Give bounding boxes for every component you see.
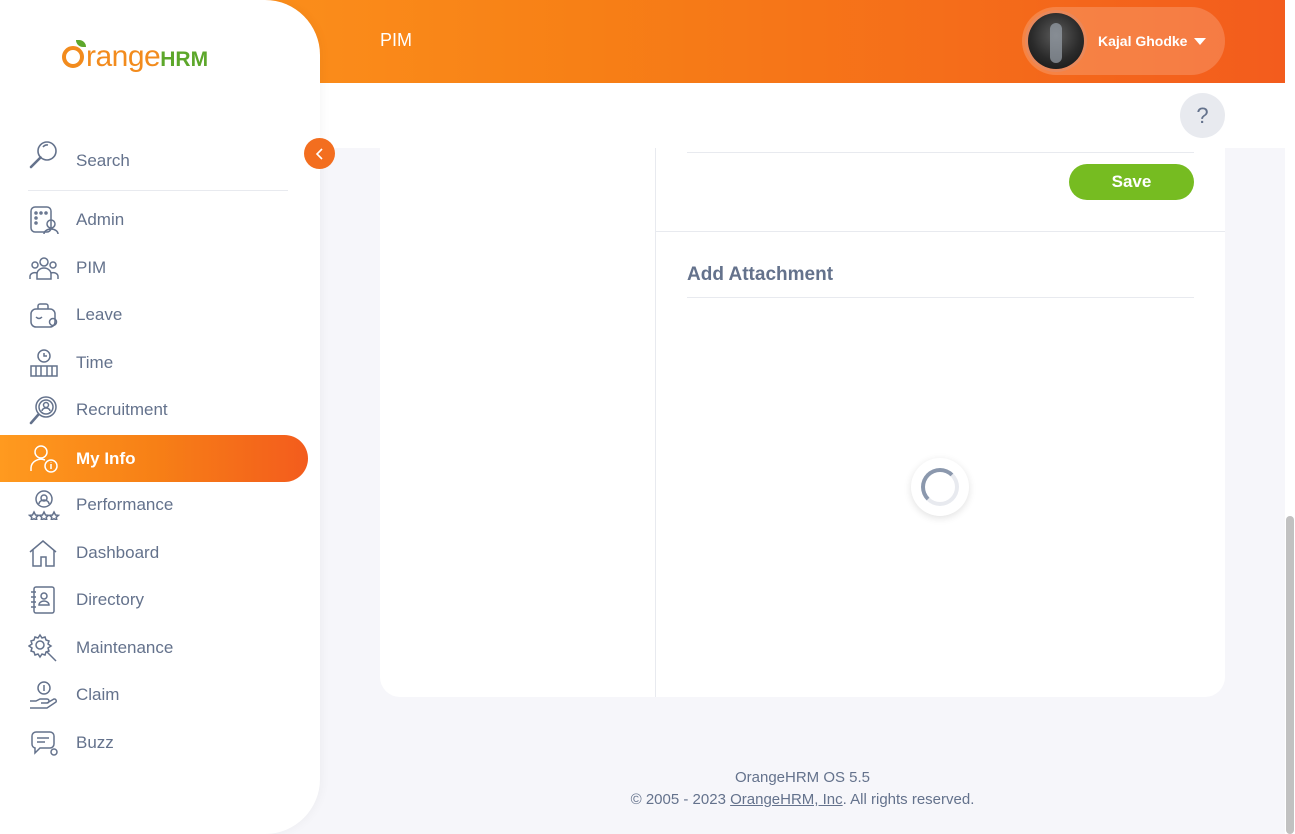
logo-hrm-text: HRM: [160, 48, 209, 71]
company-link[interactable]: OrangeHRM, Inc: [730, 791, 843, 808]
footer-copyright-suffix: . All rights reserved.: [842, 791, 975, 808]
recruitment-icon: [29, 396, 57, 425]
divider: [656, 231, 1225, 232]
sidebar-search[interactable]: Search: [28, 137, 288, 191]
sidebar-item-label: PIM: [76, 258, 107, 277]
sidebar-item-label: Time: [76, 353, 114, 372]
sidebar-item-label: Recruitment: [76, 400, 168, 419]
sidebar-item-label: Leave: [76, 305, 123, 324]
sidebar-item-label: Dashboard: [76, 543, 160, 562]
chevron-left-icon: [315, 147, 323, 160]
sidebar-item-buzz[interactable]: Buzz: [0, 719, 308, 766]
sidebar-item-leave[interactable]: Leave: [0, 291, 308, 338]
chevron-down-icon: [1194, 37, 1207, 45]
help-button[interactable]: ?: [1180, 93, 1225, 138]
sidebar-item-directory[interactable]: Directory: [0, 576, 308, 623]
divider: [687, 152, 1194, 153]
sidebar-collapse-button[interactable]: [304, 138, 335, 169]
footer-copyright-prefix: © 2005 - 2023: [630, 791, 731, 808]
orangehrm-logo[interactable]: range HRM: [62, 40, 208, 74]
add-attachment-title: Add Attachment: [687, 264, 834, 285]
directory-icon: [31, 586, 55, 614]
sidebar-item-my-info[interactable]: My Info: [0, 435, 308, 482]
logo-orange-icon: [62, 40, 86, 68]
logo-text: range: [86, 40, 161, 73]
admin-icon: [30, 206, 59, 235]
sidebar-item-performance[interactable]: Performance: [0, 481, 308, 528]
scrollbar-thumb[interactable]: [1286, 516, 1294, 834]
buzz-icon: [31, 731, 58, 756]
sidebar-item-label: Performance: [76, 495, 174, 514]
time-icon: [30, 349, 58, 377]
sidebar: range HRM Search Admin PIM Leave Time Re…: [0, 0, 320, 834]
performance-icon: [28, 490, 60, 520]
page-title: PIM: [380, 30, 413, 50]
save-button[interactable]: Save: [1069, 164, 1194, 200]
search-input[interactable]: Search: [76, 151, 130, 171]
user-name: Kajal Ghodke: [1098, 33, 1188, 49]
claim-icon: [30, 681, 58, 709]
dashboard-icon: [29, 540, 57, 567]
sidebar-item-label: My Info: [76, 449, 136, 468]
sidebar-item-claim[interactable]: Claim: [0, 671, 308, 718]
sidebar-item-pim[interactable]: PIM: [0, 244, 308, 291]
divider: [687, 297, 1194, 298]
sidebar-item-time[interactable]: Time: [0, 339, 308, 386]
sidebar-item-label: Maintenance: [76, 638, 174, 657]
maintenance-icon: [28, 633, 57, 662]
sidebar-item-label: Admin: [76, 210, 125, 229]
spinner-icon: [921, 468, 959, 506]
sidebar-item-dashboard[interactable]: Dashboard: [0, 529, 308, 576]
search-icon: [29, 141, 57, 169]
sidebar-item-label: Claim: [76, 685, 120, 704]
avatar: [1025, 10, 1087, 72]
pim-icon: [29, 257, 59, 280]
sidebar-item-admin[interactable]: Admin: [0, 196, 308, 243]
sidebar-item-label: Directory: [76, 590, 145, 609]
user-dropdown[interactable]: Kajal Ghodke: [1022, 7, 1225, 75]
loading-spinner: [911, 458, 969, 516]
leave-icon: [30, 303, 58, 328]
my-info-icon: [30, 445, 58, 473]
sidebar-item-maintenance[interactable]: Maintenance: [0, 624, 308, 671]
sidebar-item-recruitment[interactable]: Recruitment: [0, 386, 308, 433]
sidebar-item-label: Buzz: [76, 733, 114, 752]
